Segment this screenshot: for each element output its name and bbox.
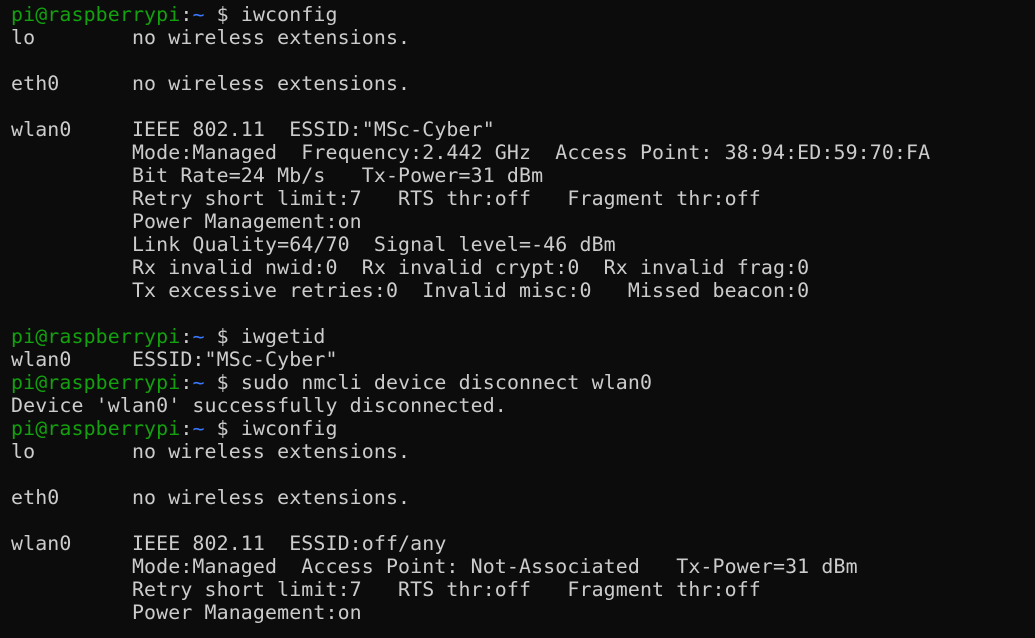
prompt-symbol: $ <box>204 371 241 394</box>
output-line: eth0 no wireless extensions. <box>11 486 411 509</box>
prompt-user: pi@raspberrypi <box>11 325 181 348</box>
prompt-separator: : <box>180 417 193 440</box>
command-text: iwconfig <box>240 417 338 440</box>
output-line: Power Management:on <box>11 210 362 233</box>
output-line: Bit Rate=24 Mb/s Tx-Power=31 dBm <box>11 164 544 187</box>
output-line: Mode:Managed Access Point: Not-Associate… <box>11 555 858 578</box>
output-line: Rx invalid nwid:0 Rx invalid crypt:0 Rx … <box>11 256 810 279</box>
output-line: Device 'wlan0' successfully disconnected… <box>11 394 507 417</box>
output-line: Mode:Managed Frequency:2.442 GHz Access … <box>11 141 931 164</box>
command-text: iwgetid <box>240 325 326 348</box>
command-text: sudo nmcli device disconnect wlan0 <box>240 371 653 394</box>
output-line: wlan0 IEEE 802.11 ESSID:"MSc-Cyber" <box>11 118 495 141</box>
prompt-path: ~ <box>192 371 205 394</box>
prompt-line: pi@raspberrypi:~ $ iwgetid <box>11 325 1035 348</box>
prompt-line: pi@raspberrypi:~ $ iwconfig <box>11 3 1035 26</box>
terminal-window[interactable]: pi@raspberrypi:~ $ iwconfig lo no wireles… <box>0 0 1035 638</box>
prompt-separator: : <box>180 325 193 348</box>
output-line: wlan0 IEEE 802.11 ESSID:off/any <box>11 532 447 555</box>
prompt-symbol: $ <box>204 325 241 348</box>
output-line: lo no wireless extensions. <box>11 26 411 49</box>
prompt-separator: : <box>180 371 193 394</box>
output-line: eth0 no wireless extensions. <box>11 72 411 95</box>
prompt-separator: : <box>180 3 193 26</box>
prompt-line: pi@raspberrypi:~ $ sudo nmcli device dis… <box>11 371 1035 394</box>
prompt-symbol: $ <box>204 417 241 440</box>
output-line: Power Management:on <box>11 601 362 624</box>
output-line: wlan0 ESSID:"MSc-Cyber" <box>11 348 338 371</box>
output-line: Tx excessive retries:0 Invalid misc:0 Mi… <box>11 279 810 302</box>
prompt-path: ~ <box>192 325 205 348</box>
prompt-path: ~ <box>192 3 205 26</box>
output-line: Retry short limit:7 RTS thr:off Fragment… <box>11 578 761 601</box>
output-line: lo no wireless extensions. <box>11 440 411 463</box>
output-line: Retry short limit:7 RTS thr:off Fragment… <box>11 187 761 210</box>
prompt-line: pi@raspberrypi:~ $ iwconfig <box>11 417 1035 440</box>
output-line: Link Quality=64/70 Signal level=-46 dBm <box>11 233 616 256</box>
prompt-user: pi@raspberrypi <box>11 417 181 440</box>
prompt-symbol: $ <box>204 3 241 26</box>
command-text: iwconfig <box>240 3 338 26</box>
prompt-user: pi@raspberrypi <box>11 371 181 394</box>
prompt-user: pi@raspberrypi <box>11 3 181 26</box>
prompt-path: ~ <box>192 417 205 440</box>
